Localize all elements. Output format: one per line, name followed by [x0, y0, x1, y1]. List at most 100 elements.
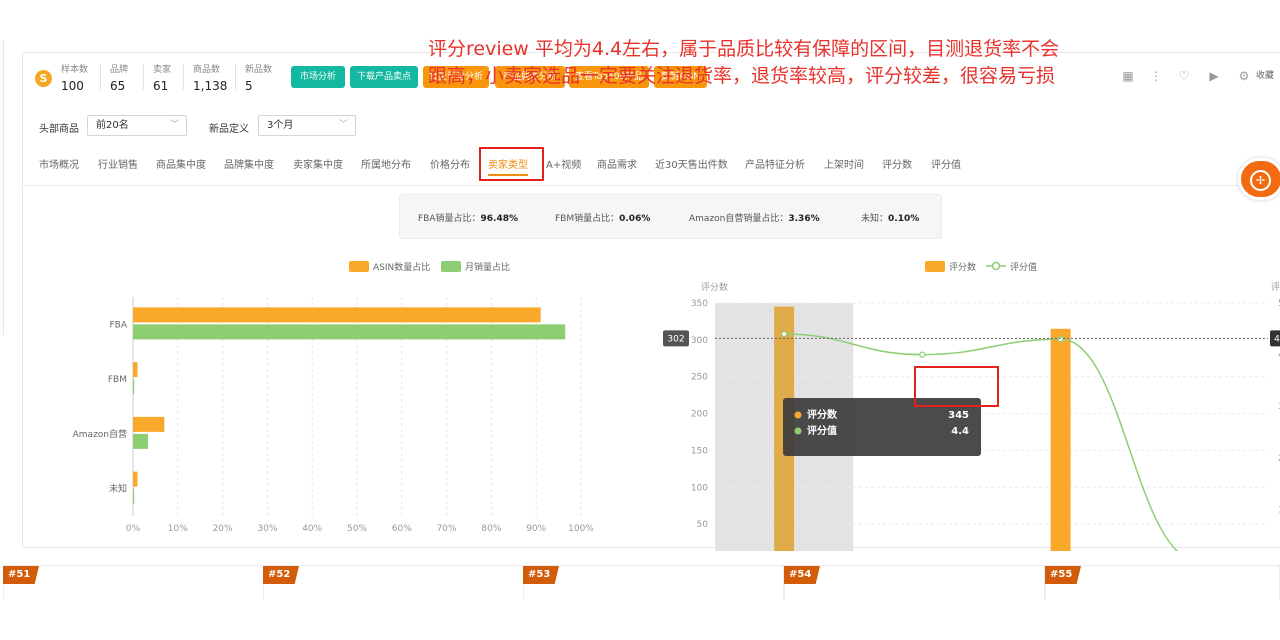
bar-ASIN数量占比-FBA[interactable] [133, 307, 541, 323]
stat-label: 卖家 [153, 65, 172, 75]
summary-value: 96.48% [480, 214, 519, 224]
x-tick-label: 80% [481, 524, 501, 534]
tab-11[interactable]: 产品特征分析 [745, 156, 805, 171]
tab-12[interactable]: 上架时间 [824, 156, 864, 171]
rating-value-highlight [914, 366, 999, 407]
lifebuoy-icon: ✢ [1250, 170, 1271, 191]
bar-ASIN数量占比-FBM[interactable] [133, 362, 138, 378]
stat-label: 品牌 [110, 65, 129, 75]
rating-point-FBA[interactable] [781, 330, 788, 338]
tab-9[interactable]: 商品需求 [597, 156, 637, 171]
chevron-down-icon: ﹀ [338, 120, 348, 130]
left-divider [3, 40, 4, 335]
bar-月销量占比-Amazon自营[interactable] [133, 433, 149, 449]
legend-label: 月销量占比 [465, 261, 510, 273]
summary-label: FBM销量占比： [555, 214, 620, 224]
legend-label: 评分值 [1010, 261, 1037, 273]
x-tick-label: 50% [347, 524, 367, 534]
tab-1[interactable]: 行业销售 [98, 156, 138, 171]
product-card-4[interactable] [1045, 565, 1280, 599]
top-products-value: 前20名 [96, 120, 129, 131]
product-card-1[interactable] [263, 565, 524, 599]
rating-point-Amazon自营[interactable] [1057, 336, 1064, 343]
rank-badge: #51 [3, 566, 39, 584]
x-tick-label: 20% [213, 524, 233, 534]
bar-ASIN数量占比-Amazon自营[interactable] [133, 416, 165, 432]
stat-1: 品牌 65 [110, 62, 128, 93]
tooltip-label: 评分数 [807, 408, 838, 421]
summary-item-3: 未知：0.10% [861, 211, 919, 224]
tooltip-value: 4.4 [951, 426, 969, 437]
right-axis-title: 评分值 [1271, 281, 1280, 293]
annotation-line-1: 评分review 平均为4.4左右，属于品质比较有保障的区间，目测退货率不会 [428, 38, 1060, 60]
summary-label: 未知： [861, 214, 889, 224]
bar-Amazon自营[interactable] [1050, 328, 1071, 551]
summary-item-0: FBA销量占比：96.48% [418, 211, 518, 224]
bar-月销量占比-FBM[interactable] [133, 379, 135, 395]
tab-3[interactable]: 品牌集中度 [224, 156, 274, 171]
summary-item-1: FBM销量占比：0.06% [555, 211, 650, 224]
rating-point-FBM[interactable] [919, 351, 926, 358]
bar-月销量占比-未知[interactable] [133, 488, 135, 504]
product-card-3[interactable] [784, 565, 1045, 599]
new-def-label: 新品定义 [209, 124, 249, 135]
rank-badge: #55 [1045, 566, 1081, 584]
left-axis-title: 评分数 [701, 281, 728, 293]
stat-divider [100, 64, 101, 90]
stat-4: 新品数 5 [245, 62, 272, 93]
rank-badge: #54 [784, 566, 820, 584]
tab-14[interactable]: 评分值 [931, 156, 961, 171]
settings-icon[interactable]: ⚙ [1236, 68, 1252, 84]
y-tick-label: FBM [108, 375, 127, 385]
y-tick-label: Amazon自营 [73, 428, 127, 440]
tab-13[interactable]: 评分数 [882, 156, 912, 171]
tooltip-value: 345 [948, 410, 969, 421]
tab-0[interactable]: 市场概况 [39, 156, 79, 171]
float-help-button[interactable]: ✢ [1238, 158, 1280, 200]
bar-ASIN数量占比-未知[interactable] [133, 471, 138, 487]
tab-5[interactable]: 所属地分布 [361, 156, 411, 171]
tab-2[interactable]: 商品集中度 [156, 156, 206, 171]
left-tick-label: 50 [697, 520, 709, 530]
x-tick-label: 100% [568, 524, 594, 534]
collect-button[interactable]: 收藏 [1253, 68, 1277, 84]
analysis-card: S 样本数 100 品牌 65 卖家 61 商品数 1,138 新品数 5 市场分析 下载产品卖点批… [22, 52, 1280, 551]
left-tick-label: 150 [691, 446, 708, 456]
rank-badge: #53 [523, 566, 559, 584]
toolbar-button-0[interactable]: 市场分析 [291, 66, 345, 88]
y-tick-label: FBA [109, 320, 127, 330]
new-def-value: 3个月 [267, 120, 294, 131]
summary-label: FBA销量占比： [418, 214, 481, 224]
left-tick-label: 350 [691, 299, 708, 309]
summary-value: 3.36% [788, 214, 820, 224]
crosshair-right-value: 4 [1274, 334, 1280, 344]
summary-item-2: Amazon自营销量占比：3.36% [689, 211, 820, 224]
tab-8[interactable]: A+视频 [546, 156, 581, 171]
toolbar-button-1[interactable]: 下载产品卖点 [350, 66, 418, 88]
stat-3: 商品数 1,138 [193, 62, 227, 93]
tab-6[interactable]: 价格分布 [430, 156, 470, 171]
stat-divider [235, 64, 236, 90]
summary-label: Amazon自营销量占比： [689, 214, 789, 224]
product-card-0[interactable] [3, 565, 264, 599]
bar-月销量占比-FBA[interactable] [133, 324, 566, 340]
left-tick-label: 100 [691, 483, 708, 493]
x-tick-label: 60% [392, 524, 412, 534]
left-tick-label: 200 [691, 410, 708, 420]
heart-icon[interactable]: ♡ [1176, 68, 1192, 84]
chevron-down-icon: ﹀ [169, 120, 179, 130]
stat-value: 65 [110, 79, 126, 93]
top-products-select[interactable]: 前20名 ﹀ [87, 115, 187, 136]
legend-swatch [349, 261, 369, 272]
play-icon[interactable]: ▶ [1206, 68, 1222, 84]
tab-4[interactable]: 卖家集中度 [293, 156, 343, 171]
product-card-2[interactable] [523, 565, 784, 599]
x-tick-label: 70% [437, 524, 457, 534]
stat-0: 样本数 100 [61, 62, 88, 93]
summary-value: 0.10% [888, 214, 920, 224]
stat-2: 卖家 61 [153, 62, 171, 93]
tab-10[interactable]: 近30天售出件数 [655, 156, 728, 171]
annotation-line-2: 跟高，小卖家选品一定要关注退货率，退货率较高，评分较差，很容易亏损 [428, 65, 1056, 87]
new-def-select[interactable]: 3个月 ﹀ [258, 115, 356, 136]
crosshair-left-value: 302 [667, 334, 684, 344]
